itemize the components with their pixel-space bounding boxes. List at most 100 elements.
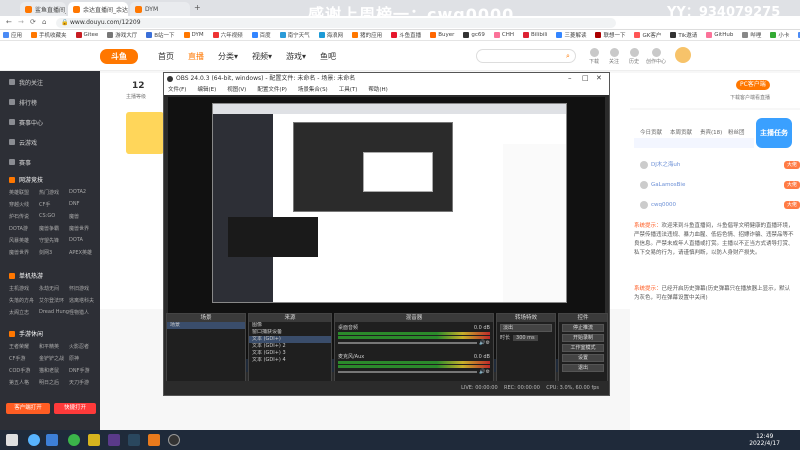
tab-week[interactable]: 本周贡献 [670,128,692,136]
obs-control-button[interactable]: 开始录制 [562,334,604,342]
sidebar-category-link[interactable]: DNF手游 [69,367,99,374]
nav-yuba[interactable]: 鱼吧 [320,51,336,62]
sidebar-section-online[interactable]: 网游竞技 [9,175,43,184]
app-icon[interactable] [148,434,160,446]
bookmark-item[interactable]: 小卡 [770,31,789,39]
pc-client-button[interactable]: PC客户端 [736,80,770,90]
home-icon[interactable]: ⌂ [42,18,46,26]
bookmark-item[interactable]: 南宁天气 [279,31,310,39]
obs-menu-item[interactable]: 配置文件(P) [257,85,287,95]
task-badge-icon[interactable]: 主播任务 [756,118,792,148]
nav-category[interactable]: 分类▾ [218,51,238,62]
sidebar-section-mobile[interactable]: 手游休闲 [9,329,43,338]
bookmark-item[interactable]: Buyer [430,32,454,38]
sidebar-category-link[interactable]: 炉石传说 [9,213,39,220]
sidebar-category-link[interactable]: 火影忍者 [69,343,99,350]
sidebar-category-link[interactable]: 艾尔登法环 [39,297,69,304]
nav-home[interactable]: 首页 [158,51,174,62]
tab-fans[interactable]: 粉丝团 [728,128,745,136]
source-item[interactable]: 图像 [249,322,331,329]
sidebar-category-link[interactable]: 穿越火线 [9,201,39,208]
sidebar-category-link[interactable]: 猫和老鼠 [39,367,69,374]
search-icon[interactable]: ⌕ [566,52,570,61]
sidebar-item[interactable]: 排行榜 [0,95,100,109]
bookmark-item[interactable]: GK客户 [634,31,661,39]
bookmark-item[interactable]: 手机收藏夹 [31,31,67,39]
reload-icon[interactable]: ⟳ [30,18,36,26]
taskview-icon[interactable] [46,434,58,446]
sidebar-category-link[interactable]: 明日之后 [39,379,69,386]
new-tab-button[interactable]: + [194,3,201,12]
chrome-icon[interactable] [68,434,80,446]
sidebar-item[interactable]: 我的关注 [0,75,100,89]
obs-menu-item[interactable]: 视图(V) [227,85,246,95]
app-icon[interactable] [88,434,100,446]
quick-open-button[interactable]: 快捷打开 [54,403,96,414]
bookmark-item[interactable]: 联想一下 [595,31,625,39]
client-open-button[interactable]: 客户端打开 [6,403,50,414]
sidebar-category-link[interactable]: DNF [69,201,99,208]
user-avatar[interactable] [675,47,691,63]
sidebar-category-link[interactable]: 永劫无间 [39,285,69,292]
sidebar-category-link[interactable]: 失落的方舟 [9,297,39,304]
sidebar-item[interactable]: 赛事中心 [0,115,100,129]
sidebar-category-link[interactable]: 魔兽 [69,213,99,220]
bookmark-item[interactable]: 斗鱼直播 [391,31,421,39]
bookmark-item[interactable]: CHH [493,32,514,38]
topic-follow[interactable]: 关注 [604,48,624,65]
bookmark-item[interactable]: 应用 [3,31,22,39]
tab-vip[interactable]: 贵宾(18) [700,128,722,136]
sidebar-category-link[interactable]: 守望先锋 [39,237,69,244]
obs-menu-item[interactable]: 编辑(E) [197,85,216,95]
mixer-volume-slider[interactable]: 🔊⚙ [338,369,490,375]
obs-control-button[interactable]: 工作室模式 [562,344,604,352]
sidebar-category-link[interactable]: 王者荣耀 [9,343,39,350]
sidebar-category-link[interactable]: CF手 [39,201,69,208]
sidebar-category-link[interactable]: 第五人格 [9,379,39,386]
bookmark-item[interactable]: Tik邀请 [670,31,697,39]
topic-creator[interactable]: 创作中心 [644,48,668,65]
sidebar-item[interactable]: 赛事 [0,155,100,169]
source-item[interactable]: 窗口捕获设备 [249,329,331,336]
sidebar-category-link[interactable]: 热门游戏 [39,189,69,196]
bookmark-item[interactable]: 三菱解读 [556,31,586,39]
bookmark-item[interactable]: 哔哩 [742,31,761,39]
nav-video[interactable]: 视频▾ [252,51,272,62]
back-icon[interactable]: ← [6,18,12,26]
obs-menu-item[interactable]: 文件(F) [168,85,186,95]
source-item[interactable]: 文本 (GDI+) 3 [249,350,331,357]
bookmark-item[interactable]: GitHub [706,32,733,38]
sidebar-category-link[interactable]: 主机游戏 [9,285,39,292]
bookmark-item[interactable]: B站一下 [146,31,175,39]
scene-item[interactable]: 场景 [167,322,245,329]
duration-input[interactable]: 300 ms [513,334,538,341]
source-item[interactable]: 文本 (GDI+) 4 [249,357,331,364]
obs-menu-item[interactable]: 场景集合(S) [298,85,328,95]
sidebar-item[interactable]: 云游戏 [0,135,100,149]
chat-message[interactable]: cwq0000 大佬 [640,201,800,209]
source-item[interactable]: 文本 (GDI+) 2 [249,343,331,350]
sidebar-category-link[interactable]: DOTA2 [69,189,99,196]
sidebar-category-link[interactable]: 原神 [69,355,99,362]
taskbar-clock[interactable]: 12:49 2022/4/17 [749,433,780,447]
sidebar-category-link[interactable]: 魔兽争霸 [39,225,69,232]
app-icon[interactable] [108,434,120,446]
steam-icon[interactable] [128,434,140,446]
sidebar-category-link[interactable]: 逃离塔科夫 [69,297,99,304]
url-input[interactable]: www.douyu.com/12209 [56,18,616,28]
windows-start-icon[interactable] [6,434,18,446]
sidebar-category-link[interactable]: CS:GO [39,213,69,220]
anchor-avatar[interactable] [126,112,164,154]
source-item[interactable]: 文本 (GDI+) [249,336,331,343]
obs-control-button[interactable]: 停止推流 [562,324,604,332]
nav-game[interactable]: 游戏▾ [286,51,306,62]
sidebar-category-link[interactable]: COD手游 [9,367,39,374]
bookmark-item[interactable]: 猪的应用 [352,31,382,39]
search-icon[interactable] [28,434,40,446]
sidebar-category-link[interactable]: 英雄联盟 [9,189,39,196]
sidebar-category-link[interactable]: 怪物猎人 [69,309,99,316]
sidebar-category-link[interactable]: 怀旧游戏 [69,285,99,292]
sidebar-category-link[interactable]: 和平精英 [39,343,69,350]
obs-icon[interactable] [168,434,180,446]
sidebar-category-link[interactable]: 风暴英雄 [9,237,39,244]
